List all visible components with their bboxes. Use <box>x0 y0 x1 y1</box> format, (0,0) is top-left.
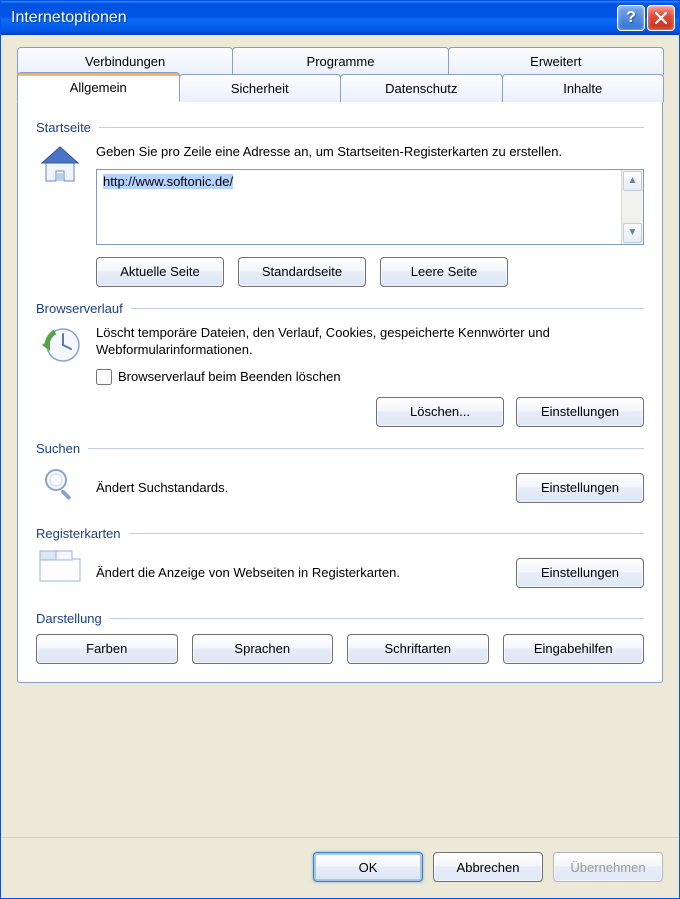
tab-programme[interactable]: Programme <box>232 47 448 75</box>
group-registerkarten: Registerkarten Ändert die Anzei <box>36 526 644 597</box>
fonts-button[interactable]: Schriftarten <box>347 634 489 664</box>
homepage-url-box: ▲ ▼ <box>96 169 644 245</box>
history-desc: Löscht temporäre Dateien, den Verlauf, C… <box>96 324 644 359</box>
tabs-icon <box>36 549 84 597</box>
group-label-suchen: Suchen <box>36 441 88 456</box>
group-suchen: Suchen Ändert Suchstandards. <box>36 441 644 512</box>
tabs-desc: Ändert die Anzeige von Webseiten in Regi… <box>96 564 504 582</box>
scroll-up-icon[interactable]: ▲ <box>623 171 642 191</box>
scrollbar[interactable]: ▲ ▼ <box>621 170 643 244</box>
languages-button[interactable]: Sprachen <box>192 634 334 664</box>
tab-strip: Verbindungen Programme Erweitert Allgeme… <box>17 47 663 683</box>
tab-panel-allgemein: Startseite Geben Sie pro Zeile <box>17 101 663 683</box>
accessibility-button[interactable]: Eingabehilfen <box>503 634 645 664</box>
history-settings-button[interactable]: Einstellungen <box>516 397 644 427</box>
divider <box>88 448 644 449</box>
dialog-button-row: OK Abbrechen Übernehmen <box>1 837 679 898</box>
tabs-settings-button[interactable]: Einstellungen <box>516 558 644 588</box>
apply-button[interactable]: Übernehmen <box>553 852 663 882</box>
delete-on-exit-checkbox[interactable]: Browserverlauf beim Beenden löschen <box>96 369 644 385</box>
blank-page-button[interactable]: Leere Seite <box>380 257 508 287</box>
delete-on-exit-input[interactable] <box>96 369 112 385</box>
scroll-down-icon[interactable]: ▼ <box>623 223 642 243</box>
internet-options-dialog: Internetoptionen ? Verbindungen Programm… <box>0 0 680 899</box>
help-button[interactable]: ? <box>617 5 645 31</box>
divider <box>129 533 644 534</box>
tab-erweitert[interactable]: Erweitert <box>448 47 664 75</box>
group-label-darstellung: Darstellung <box>36 611 110 626</box>
startpage-desc: Geben Sie pro Zeile eine Adresse an, um … <box>96 143 644 161</box>
group-label-registerkarten: Registerkarten <box>36 526 129 541</box>
delete-on-exit-label: Browserverlauf beim Beenden löschen <box>118 369 341 384</box>
tab-verbindungen[interactable]: Verbindungen <box>17 47 233 75</box>
search-icon <box>36 464 84 512</box>
divider <box>99 127 644 128</box>
homepage-url-input[interactable] <box>97 170 621 244</box>
close-icon <box>655 12 667 24</box>
divider <box>110 618 644 619</box>
group-label-startseite: Startseite <box>36 120 99 135</box>
client-area: Verbindungen Programme Erweitert Allgeme… <box>1 35 679 837</box>
titlebar[interactable]: Internetoptionen ? <box>1 1 679 35</box>
close-button[interactable] <box>647 5 675 31</box>
tab-inhalte[interactable]: Inhalte <box>502 74 665 102</box>
search-desc: Ändert Suchstandards. <box>96 479 504 497</box>
search-settings-button[interactable]: Einstellungen <box>516 473 644 503</box>
tab-sicherheit[interactable]: Sicherheit <box>179 74 342 102</box>
ok-button[interactable]: OK <box>313 852 423 882</box>
divider <box>131 308 644 309</box>
cancel-button[interactable]: Abbrechen <box>433 852 543 882</box>
tab-datenschutz[interactable]: Datenschutz <box>340 74 503 102</box>
delete-history-button[interactable]: Löschen... <box>376 397 504 427</box>
tab-allgemein[interactable]: Allgemein <box>17 72 180 102</box>
history-icon <box>36 324 84 372</box>
default-page-button[interactable]: Standardseite <box>238 257 366 287</box>
window-title: Internetoptionen <box>11 9 615 27</box>
group-darstellung: Darstellung Farben Sprachen Schriftarten… <box>36 611 644 664</box>
colors-button[interactable]: Farben <box>36 634 178 664</box>
home-icon <box>36 143 84 191</box>
group-browserverlauf: Browserverlauf <box>36 301 644 427</box>
group-startseite: Startseite Geben Sie pro Zeile <box>36 120 644 287</box>
current-page-button[interactable]: Aktuelle Seite <box>96 257 224 287</box>
group-label-browserverlauf: Browserverlauf <box>36 301 131 316</box>
